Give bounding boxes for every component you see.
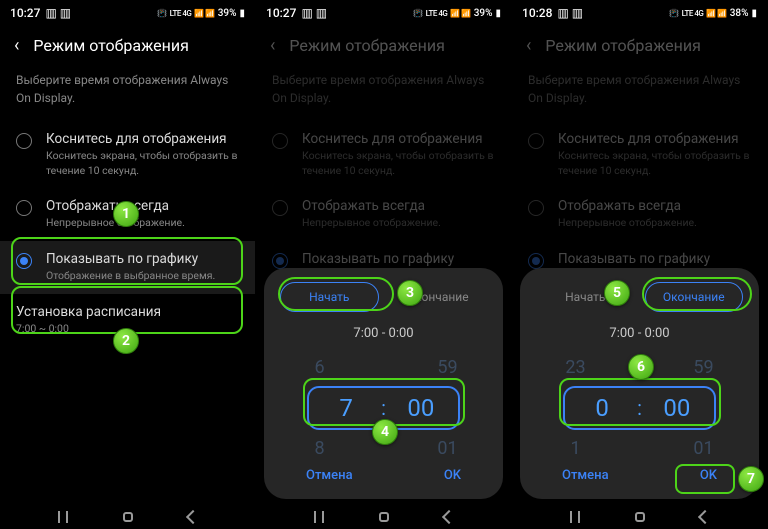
time-picker-popup: Начать Окончание 7:00 - 0:00 659 7:00 80… bbox=[264, 268, 503, 499]
nav-bar[interactable] bbox=[0, 508, 255, 526]
badge-2: 2 bbox=[113, 328, 139, 354]
badge-5: 5 bbox=[604, 280, 630, 306]
phone-screen-2: 10:27▥ ▥ 📳LTE 4G📶 📶39%▮ ‹Режим отображен… bbox=[256, 0, 512, 529]
back-icon: ‹ bbox=[270, 37, 275, 55]
tab-end[interactable]: Окончание bbox=[645, 282, 744, 312]
clock: 10:27 bbox=[266, 6, 296, 20]
cancel-button[interactable]: Отмена bbox=[306, 468, 353, 483]
clock: 10:28 bbox=[522, 6, 552, 20]
nav-bar[interactable] bbox=[256, 508, 511, 526]
radio-icon-selected bbox=[16, 253, 32, 269]
badge-7: 7 bbox=[738, 466, 764, 492]
battery: 39% bbox=[474, 8, 493, 19]
status-bar: 10:28▥ ▥ 📳LTE 4G📶 📶38%▮ bbox=[512, 0, 767, 26]
description: Выберите время отображения Always On Dis… bbox=[0, 67, 255, 121]
time-picker[interactable]: 659 7:00 801 bbox=[280, 353, 487, 462]
battery: 39% bbox=[218, 8, 237, 19]
page-title: Режим отображения bbox=[33, 36, 188, 55]
back-icon[interactable]: ‹ bbox=[14, 37, 19, 55]
battery: 38% bbox=[730, 8, 749, 19]
time-picker-popup: Начать Окончание 7:00 - 0:00 2359 0:00 1… bbox=[520, 268, 759, 499]
tab-start[interactable]: Начать bbox=[280, 282, 379, 312]
time-range: 7:00 - 0:00 bbox=[536, 326, 743, 341]
badge-6: 6 bbox=[628, 354, 654, 380]
status-bar: 10:27▥ ▥ 📳LTE 4G📶 📶39%▮ bbox=[0, 0, 255, 26]
radio-icon bbox=[16, 133, 32, 149]
clock: 10:27 bbox=[10, 6, 40, 20]
badge-3: 3 bbox=[397, 280, 423, 306]
phone-screen-1: 10:27▥ ▥ 📳LTE 4G📶 📶39%▮ ‹ Режим отображе… bbox=[0, 0, 256, 529]
cancel-button[interactable]: Отмена bbox=[562, 468, 609, 483]
status-bar: 10:27▥ ▥ 📳LTE 4G📶 📶39%▮ bbox=[256, 0, 511, 26]
phone-screen-3: 10:28▥ ▥ 📳LTE 4G📶 📶38%▮ ‹Режим отображен… bbox=[512, 0, 768, 529]
header: ‹ Режим отображения bbox=[0, 26, 255, 67]
ok-button[interactable]: OK bbox=[700, 468, 717, 483]
ok-button[interactable]: OK bbox=[444, 468, 461, 483]
radio-icon bbox=[16, 200, 32, 216]
badge-4: 4 bbox=[372, 419, 398, 445]
nav-bar[interactable] bbox=[512, 508, 767, 526]
option-tap-to-show[interactable]: Коснитесь для отображения Коснитесь экра… bbox=[0, 121, 255, 188]
back-icon: ‹ bbox=[526, 37, 531, 55]
time-range: 7:00 - 0:00 bbox=[280, 326, 487, 341]
option-show-schedule[interactable]: Показывать по графику Отображение в выбр… bbox=[0, 241, 255, 294]
badge-1: 1 bbox=[113, 201, 139, 227]
